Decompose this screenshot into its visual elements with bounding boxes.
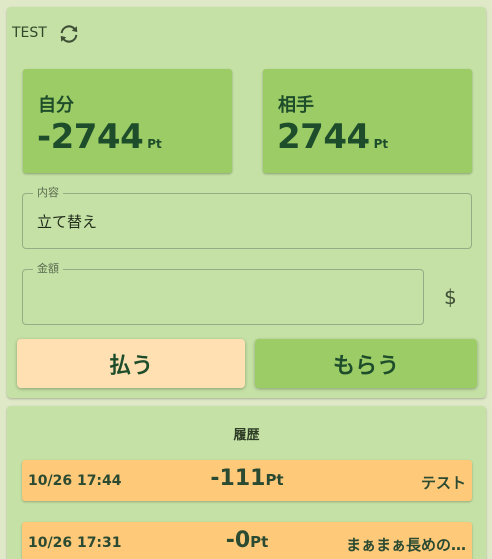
content-field[interactable]: 内容: [22, 186, 472, 249]
partner-balance-unit: Pt: [373, 137, 389, 151]
partner-balance-card: 相手 2744 Pt: [263, 69, 472, 173]
my-balance-label: 自分: [38, 95, 74, 116]
history-row[interactable]: 10/26 17:31 -0Pt まぁまぁ長めの…: [22, 522, 472, 559]
amount-input[interactable]: [37, 288, 407, 306]
amount-field-label: 金額: [33, 262, 63, 276]
pay-button[interactable]: 払う: [17, 339, 245, 388]
history-amount-number: -111: [210, 466, 266, 491]
my-balance-number: -2744: [37, 117, 144, 157]
partner-balance-label: 相手: [278, 95, 314, 116]
history-panel: 履歴 10/26 17:44 -111Pt テスト 10/26 17:31 -0…: [7, 406, 486, 559]
amount-field[interactable]: 金額: [22, 262, 424, 325]
content-input[interactable]: [37, 212, 457, 230]
history-amount-number: -0: [225, 528, 251, 553]
my-balance-value: -2744 Pt: [37, 117, 162, 157]
my-balance-card: 自分 -2744 Pt: [23, 69, 232, 173]
history-amount-unit: Pt: [265, 471, 284, 489]
history-memo: まぁまぁ長めの…: [345, 536, 466, 554]
history-row[interactable]: 10/26 17:44 -111Pt テスト: [22, 460, 472, 501]
history-title: 履歴: [233, 428, 260, 443]
dollar-icon: $: [444, 285, 457, 309]
partner-balance-number: 2744: [277, 117, 370, 157]
refresh-icon[interactable]: [57, 23, 81, 45]
history-amount-unit: Pt: [250, 533, 269, 551]
history-memo: テスト: [420, 474, 466, 492]
receive-button[interactable]: もらう: [255, 339, 477, 388]
content-field-label: 内容: [33, 186, 63, 200]
app-title: TEST: [12, 25, 47, 41]
partner-balance-value: 2744 Pt: [277, 117, 388, 157]
my-balance-unit: Pt: [147, 137, 162, 151]
history-amount: -111Pt: [22, 466, 472, 491]
